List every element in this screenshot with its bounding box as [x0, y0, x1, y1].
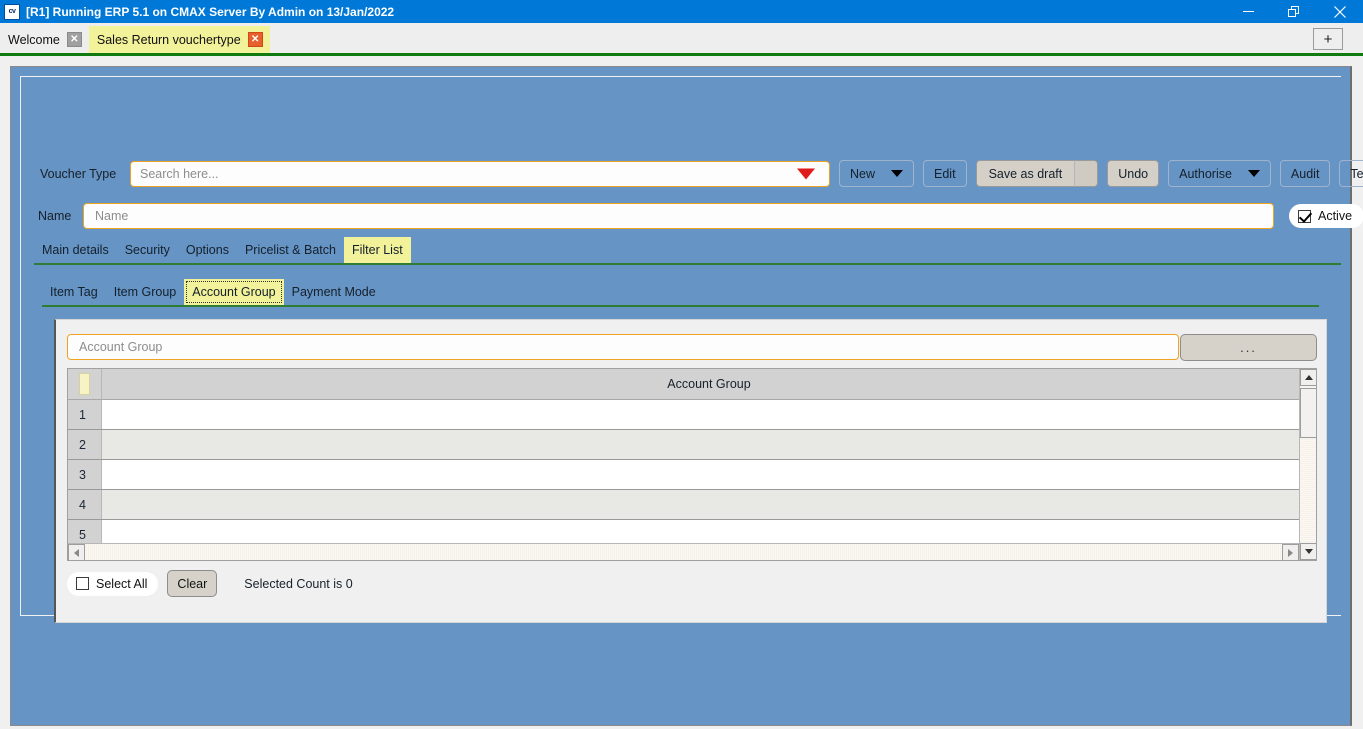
scroll-down-icon[interactable] [1300, 543, 1316, 560]
document-tabstrip: Welcome ✕ Sales Return vouchertype ✕ + [0, 23, 1363, 56]
active-checkbox-label: Active [1318, 209, 1353, 223]
voucher-type-label: Voucher Type [40, 166, 117, 181]
tab-filter-list[interactable]: Filter List [343, 237, 411, 263]
tab-item-tag[interactable]: Item Tag [42, 279, 106, 305]
save-as-draft-dropdown[interactable] [1074, 160, 1099, 187]
checkbox-unchecked-icon[interactable] [76, 577, 89, 590]
row-cell-account-group[interactable] [102, 430, 1316, 459]
active-checkbox[interactable]: Active [1289, 204, 1363, 228]
new-button-label: New [850, 166, 876, 181]
undo-button[interactable]: Undo [1107, 160, 1160, 187]
table-row[interactable]: 3 [68, 460, 1316, 490]
form-panel: Voucher Type Search here... New Edit Sav… [10, 66, 1363, 726]
grid-vertical-scrollbar[interactable] [1299, 369, 1316, 560]
authorise-button-label: Authorise [1179, 166, 1232, 181]
clear-button[interactable]: Clear [167, 570, 218, 597]
triangle-left-icon [74, 548, 79, 557]
select-all-checkbox[interactable]: Select All [67, 571, 159, 596]
voucher-type-search-input[interactable]: Search here... [130, 160, 830, 187]
document-tab-welcome[interactable]: Welcome ✕ [0, 26, 89, 53]
window-controls [1225, 0, 1363, 23]
selected-count-text: Selected Count is 0 [244, 576, 353, 591]
voucher-type-placeholder: Search here... [140, 166, 219, 181]
chevron-down-icon [1247, 170, 1260, 177]
tab-options[interactable]: Options [178, 237, 237, 263]
row-cell-account-group[interactable] [102, 460, 1316, 489]
template-button[interactable]: Template [1339, 160, 1363, 187]
audit-button[interactable]: Audit [1279, 160, 1331, 187]
scroll-left-icon[interactable] [68, 544, 85, 560]
save-as-draft-split-button[interactable]: Save as draft [975, 160, 1099, 187]
grid-header-row: Account Group [68, 369, 1316, 400]
new-button[interactable]: New [839, 160, 915, 187]
row-number: 2 [68, 430, 102, 459]
undo-button-label: Undo [1118, 166, 1149, 181]
voucher-type-row: Voucher Type Search here... New Edit Sav… [40, 160, 1363, 187]
select-all-label: Select All [96, 576, 148, 591]
triangle-up-icon [1304, 375, 1313, 380]
grid-horizontal-scrollbar[interactable] [68, 543, 1299, 560]
tab-pricelist-and-batch[interactable]: Pricelist & Batch [237, 237, 344, 263]
name-row: Name Name [38, 203, 1274, 229]
account-group-placeholder: Account Group [79, 340, 163, 354]
secondary-tabs: Item Tag Item Group Account Group Paymen… [42, 279, 1319, 307]
table-row[interactable]: 2 [68, 430, 1316, 460]
browse-button[interactable]: ... [1180, 334, 1317, 361]
grid-column-header-account-group[interactable]: Account Group [102, 369, 1316, 399]
close-icon[interactable] [1317, 0, 1363, 23]
primary-tabs: Main details Security Options Pricelist … [34, 237, 1341, 265]
scroll-right-icon[interactable] [1282, 544, 1299, 560]
chevron-down-icon [891, 170, 904, 177]
row-number: 1 [68, 400, 102, 429]
triangle-right-icon [1288, 548, 1293, 557]
tab-main-details[interactable]: Main details [34, 237, 117, 263]
audit-button-label: Audit [1290, 166, 1320, 181]
grid-corner-cell[interactable] [68, 369, 102, 399]
name-label: Name [38, 209, 72, 223]
close-icon[interactable]: ✕ [247, 32, 263, 47]
tab-account-group[interactable]: Account Group [184, 279, 284, 305]
row-cell-account-group[interactable] [102, 490, 1316, 519]
table-row[interactable]: 1 [68, 400, 1316, 430]
checkbox-checked-icon[interactable] [1298, 209, 1311, 223]
document-tab-label: Welcome [8, 32, 60, 47]
row-number: 3 [68, 460, 102, 489]
save-as-draft-button[interactable]: Save as draft [975, 160, 1075, 187]
window-title: [R1] Running ERP 5.1 on CMAX Server By A… [26, 4, 395, 19]
scroll-up-icon[interactable] [1300, 369, 1316, 386]
document-tab-sales-return-vouchertype[interactable]: Sales Return vouchertype ✕ [88, 26, 270, 53]
edit-button-label: Edit [934, 166, 956, 181]
name-placeholder: Name [95, 209, 129, 223]
template-button-label: Template [1350, 166, 1363, 181]
tab-payment-mode[interactable]: Payment Mode [284, 279, 384, 305]
edit-button[interactable]: Edit [923, 160, 967, 187]
document-tab-label: Sales Return vouchertype [96, 32, 241, 47]
chevron-down-icon[interactable] [797, 168, 815, 179]
app-icon: cv [4, 3, 20, 20]
restore-icon[interactable] [1271, 0, 1317, 23]
triangle-down-icon [1304, 549, 1313, 554]
row-number: 4 [68, 490, 102, 519]
account-group-panel: Account Group ... Account Group 1 2 3 4 … [54, 319, 1327, 623]
name-input[interactable]: Name [83, 203, 1274, 229]
grid-bottom-controls: Select All Clear Selected Count is 0 [67, 570, 353, 597]
row-cell-account-group[interactable] [102, 400, 1316, 429]
close-icon[interactable]: ✕ [66, 32, 82, 47]
minimize-icon[interactable] [1225, 0, 1271, 23]
grid-vertical-scrollbar-track[interactable] [1300, 439, 1316, 542]
window-titlebar: cv [R1] Running ERP 5.1 on CMAX Server B… [0, 0, 1363, 23]
table-row[interactable]: 4 [68, 490, 1316, 520]
add-tab-button[interactable]: + [1313, 28, 1343, 50]
tab-item-group[interactable]: Item Group [106, 279, 185, 305]
account-group-input[interactable]: Account Group [67, 334, 1179, 360]
authorise-button[interactable]: Authorise [1168, 160, 1271, 187]
account-group-grid[interactable]: Account Group 1 2 3 4 5 [67, 368, 1317, 561]
tab-security[interactable]: Security [117, 237, 178, 263]
grid-select-indicator [79, 373, 90, 395]
workspace: Voucher Type Search here... New Edit Sav… [0, 56, 1363, 729]
grid-vertical-scrollbar-thumb[interactable] [1300, 388, 1316, 438]
